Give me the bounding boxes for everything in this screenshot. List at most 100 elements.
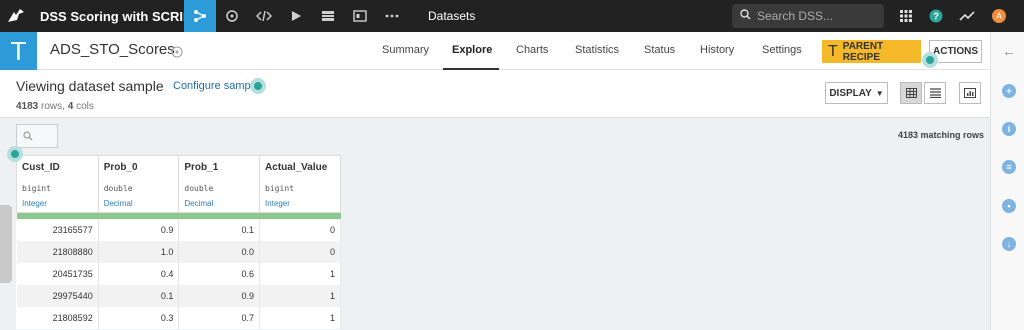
configure-sample-link[interactable]: Configure sample [173,80,259,92]
column-storage-type: double [103,184,133,193]
tab-history[interactable]: History [700,44,734,56]
lab-icon[interactable] [216,0,248,32]
tutorial-hotspot-actions[interactable] [922,52,938,68]
activity-trend-icon[interactable] [957,6,977,26]
tab-settings[interactable]: Settings [762,44,802,56]
table-view-button[interactable] [900,82,922,104]
dataset-header: T ADS_STO_Scores Summary Explore Charts … [0,32,990,70]
table-cell[interactable]: 0.0 [178,240,261,263]
dataiku-bird-logo-icon[interactable] [0,0,32,32]
schema-icon[interactable]: ≡ [1002,160,1016,174]
lineage-icon[interactable]: ↓ [1002,237,1016,251]
table-cell[interactable]: 21808880 [16,240,99,263]
column-header[interactable]: Actual_Value bigint Integer [259,155,341,213]
tab-statistics[interactable]: Statistics [575,44,619,56]
column-meaning[interactable]: Integer [22,199,93,208]
filter-search-box[interactable] [16,124,58,148]
apps-grid-icon[interactable] [896,6,916,26]
table-cell[interactable]: 29975440 [16,284,99,307]
more-icon[interactable] [376,0,408,32]
rows-count: 4183 [16,101,39,112]
table-cell[interactable]: 20451735 [16,262,99,285]
svg-text:?: ? [933,12,939,23]
flow-icon[interactable] [184,0,216,32]
column-meaning[interactable]: Decimal [104,199,174,208]
table-row[interactable]: 23165577 0.9 0.1 0 [16,218,341,241]
column-header[interactable]: Prob_1 double Decimal [178,155,261,213]
project-title[interactable]: DSS Scoring with SCRIPT [40,9,200,24]
column-storage-type: bigint [22,184,51,193]
column-name: Actual_Value [265,162,328,173]
column-meaning[interactable]: Decimal [184,199,254,208]
table-cell[interactable]: 0.9 [178,284,261,307]
caret-down-icon: ▼ [875,88,884,98]
cols-count: 4 [67,101,74,112]
table-cell[interactable]: 23165577 [16,218,99,241]
filter-search-icon [23,131,33,141]
search-icon [740,7,751,25]
list-view-button[interactable] [924,82,946,104]
charts-view-button[interactable] [959,82,981,104]
help-icon[interactable]: ? [926,6,946,26]
column-name: Cust_ID [22,162,60,173]
column-storage-type: double [184,184,214,193]
table-cell[interactable]: 0.9 [98,218,180,241]
side-panel-drag-handle[interactable] [0,205,12,283]
table-cell[interactable]: 1.0 [98,240,180,263]
table-cell[interactable]: 1 [259,284,341,307]
cols-label: cols [76,101,94,112]
discussion-icon[interactable]: • [1002,199,1016,213]
table-cell[interactable]: 0.7 [178,306,261,329]
info-icon[interactable]: i [1002,122,1016,136]
table-cell[interactable]: 0.3 [98,306,180,329]
table-row[interactable]: 21808880 1.0 0.0 0 [16,240,341,263]
column-header[interactable]: Cust_ID bigint Integer [16,155,99,213]
parent-recipe-button[interactable]: T PARENT RECIPE [822,40,921,63]
table-cell[interactable]: 0.6 [178,262,261,285]
table-row[interactable]: 29975440 0.1 0.9 1 [16,284,341,307]
dataset-table: Cust_ID bigint Integer Prob_0 double Dec… [16,155,341,329]
table-cell[interactable]: 1 [259,306,341,329]
tab-summary[interactable]: Summary [382,44,429,56]
user-avatar[interactable]: A [989,6,1009,26]
rows-label: rows, [41,101,65,112]
active-tab-indicator [443,68,499,70]
add-icon[interactable]: + [1002,84,1016,98]
column-meaning[interactable]: Integer [265,199,335,208]
list-view-icon [929,88,941,98]
table-cell[interactable]: 1 [259,262,341,285]
dataset-info-icon[interactable] [171,45,183,63]
sample-title: Viewing dataset sample [16,78,164,94]
avatar-letter: A [992,9,1006,23]
table-cell[interactable]: 0 [259,218,341,241]
right-side-panel [990,32,1024,330]
back-arrow-icon[interactable]: ← [1002,43,1016,59]
tutorial-hotspot-configure[interactable] [250,78,266,94]
table-cell[interactable]: 0.1 [98,284,180,307]
search-input[interactable] [757,9,875,23]
dashboard-icon[interactable] [312,0,344,32]
code-icon[interactable] [248,0,280,32]
table-cell[interactable]: 0 [259,240,341,263]
tab-status[interactable]: Status [644,44,675,56]
table-cell[interactable]: 0.1 [178,218,261,241]
table-row[interactable]: 20451735 0.4 0.6 1 [16,262,341,285]
global-search[interactable] [732,4,884,28]
display-dropdown[interactable]: DISPLAY ▼ [825,82,888,104]
table-cell[interactable]: 21808592 [16,306,99,329]
table-view-icon [905,88,917,98]
table-cell[interactable]: 0.4 [98,262,180,285]
dataset-type-icon: T [0,32,37,70]
nav-datasets-link[interactable]: Datasets [428,0,475,32]
matching-rows-count: 4183 matching rows [897,130,984,140]
run-icon[interactable] [280,0,312,32]
column-header[interactable]: Prob_0 double Decimal [97,155,180,213]
wiki-icon[interactable] [344,0,376,32]
parent-recipe-label: PARENT RECIPE [842,40,884,63]
tab-explore[interactable]: Explore [452,44,492,56]
recipe-icon: T [828,42,838,60]
table-row[interactable]: 21808592 0.3 0.7 1 [16,306,341,329]
tutorial-hotspot-grid[interactable] [7,146,23,162]
column-storage-type: bigint [265,184,294,193]
tab-charts[interactable]: Charts [516,44,548,56]
